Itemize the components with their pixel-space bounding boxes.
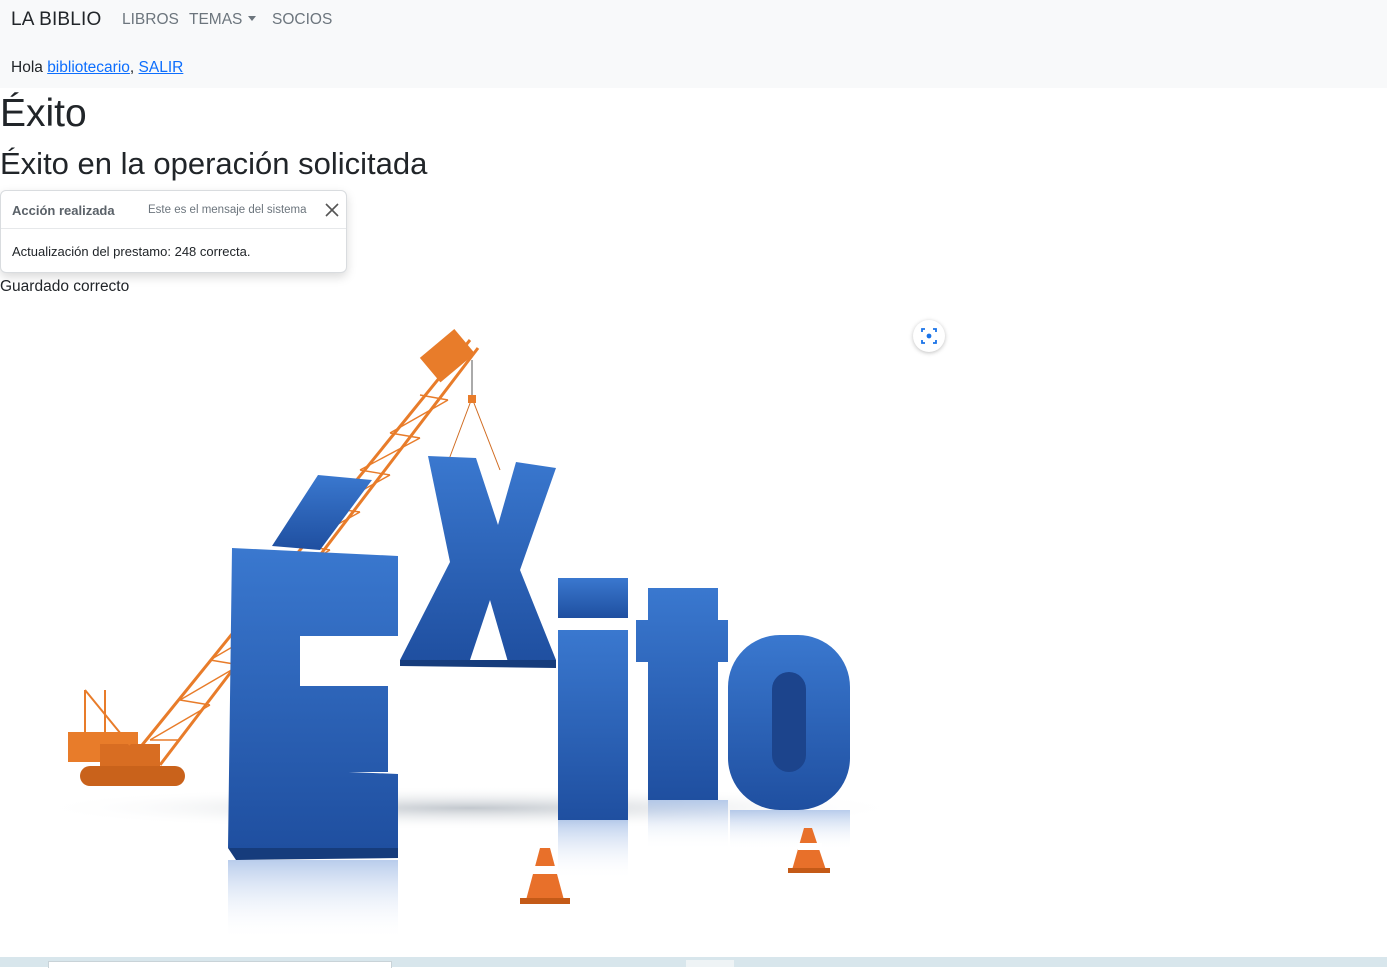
nav-link-libros[interactable]: LIBROS [122, 11, 179, 29]
page-title: Éxito [0, 92, 87, 135]
nav-link-socios[interactable]: SOCIOS [272, 11, 332, 29]
letter-o-graphic [728, 635, 850, 850]
toast-body: Actualización del prestamo: 248 correcta… [12, 244, 251, 259]
logout-link[interactable]: SALIR [139, 59, 184, 76]
nav-dropdown-temas[interactable]: TEMAS [189, 11, 257, 29]
user-greeting: Hola bibliotecario, SALIR [11, 59, 183, 77]
greeting-separator: , [129, 59, 135, 76]
toast-meta: Este es el mensaje del sistema [148, 204, 307, 216]
letter-i-graphic [558, 578, 628, 880]
nav-link-temas-label: TEMAS [189, 11, 243, 28]
toast-title: Acción realizada [12, 203, 115, 218]
letter-t-graphic [636, 588, 728, 850]
system-toast: Acción realizada Este es el mensaje del … [0, 190, 347, 273]
navbar: LA BIBLIO LIBROS TEMAS SOCIOS Hola bibli… [0, 0, 1387, 88]
exito-illustration [30, 328, 910, 940]
visual-search-icon[interactable] [913, 320, 945, 352]
caret-down-icon [248, 16, 257, 21]
close-icon[interactable] [323, 201, 341, 219]
greeting-prefix: Hola [11, 59, 48, 76]
page-subtitle: Éxito en la operación solicitada [0, 146, 428, 181]
bottom-panel-tab-secondary [686, 960, 734, 967]
letter-x-graphic [400, 456, 556, 668]
brand-link[interactable]: LA BIBLIO [11, 9, 102, 31]
user-link[interactable]: bibliotecario [47, 59, 130, 76]
letter-e-graphic [228, 475, 398, 940]
toast-header: Acción realizada Este es el mensaje del … [1, 191, 346, 229]
saved-message: Guardado correcto [0, 278, 130, 295]
